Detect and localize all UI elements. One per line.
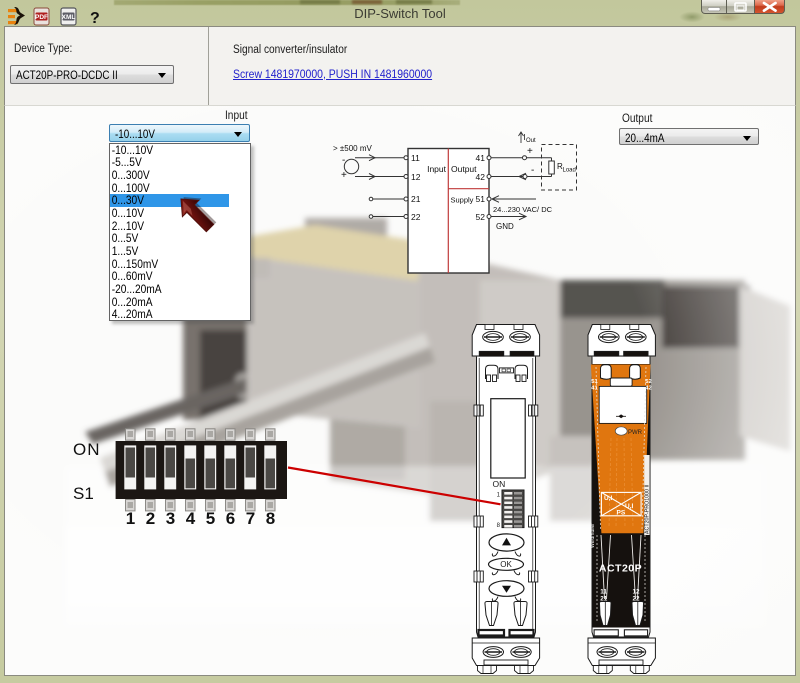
svg-text:24...230 VAC/ DC: 24...230 VAC/ DC — [493, 205, 553, 214]
svg-text:GND: GND — [496, 222, 514, 231]
svg-text:51: 51 — [591, 379, 598, 385]
svg-text:ON: ON — [493, 479, 506, 489]
svg-text:41: 41 — [591, 386, 598, 392]
svg-text:51: 51 — [476, 194, 486, 204]
svg-text:52: 52 — [645, 379, 651, 385]
svg-text:22: 22 — [633, 595, 641, 602]
svg-text:1: 1 — [126, 509, 135, 528]
svg-text:3: 3 — [166, 509, 175, 528]
svg-text:U,I: U,I — [625, 503, 634, 510]
svg-text:XML: XML — [62, 14, 76, 21]
svg-text:-: - — [342, 155, 345, 166]
svg-text:PDF: PDF — [35, 14, 48, 21]
svg-text:> ±500 mV: > ±500 mV — [333, 144, 373, 153]
svg-text:12: 12 — [411, 172, 421, 182]
svg-text:Out: Out — [526, 138, 536, 144]
svg-text:21: 21 — [411, 194, 421, 204]
svg-text:7: 7 — [246, 509, 255, 528]
svg-text:8: 8 — [266, 509, 275, 528]
svg-text:2: 2 — [146, 509, 155, 528]
svg-text:OK: OK — [500, 560, 512, 569]
svg-text:PS: PS — [617, 510, 626, 517]
svg-text:+: + — [341, 170, 347, 181]
svg-text:42: 42 — [645, 386, 651, 392]
svg-text:11: 11 — [411, 153, 420, 163]
svg-text:+: + — [527, 146, 533, 157]
svg-text:Input: Input — [427, 164, 447, 174]
svg-text:?: ? — [90, 10, 100, 27]
svg-text:PWR: PWR — [628, 430, 643, 436]
svg-text:Weidmüller: Weidmüller — [590, 523, 596, 548]
svg-text:ACT20P-PRO1000 II: ACT20P-PRO1000 II — [645, 485, 651, 534]
svg-text:21: 21 — [600, 595, 608, 602]
svg-text:-: - — [531, 165, 534, 176]
svg-text:U,I: U,I — [604, 495, 613, 502]
svg-text:42: 42 — [476, 172, 486, 182]
svg-text:6: 6 — [226, 509, 235, 528]
svg-text:41: 41 — [476, 153, 486, 163]
svg-text:Supply: Supply — [451, 196, 474, 205]
svg-text:5: 5 — [206, 509, 215, 528]
svg-text:52: 52 — [476, 212, 486, 222]
svg-text:22: 22 — [411, 212, 421, 222]
svg-text:Load: Load — [563, 168, 576, 174]
svg-text:Output: Output — [451, 164, 477, 174]
svg-text:ACT20P: ACT20P — [599, 562, 642, 574]
svg-text:4: 4 — [186, 509, 196, 528]
